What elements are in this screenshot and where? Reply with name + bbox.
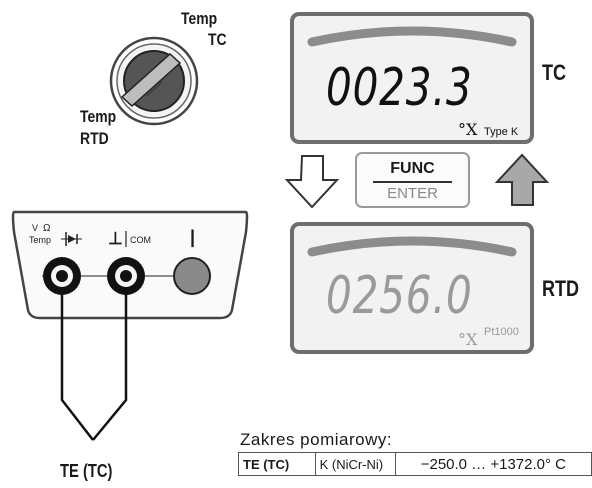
thermocouple-probe xyxy=(60,292,128,441)
range-value-cell: −250.0 … +1372.0° C xyxy=(394,452,592,476)
table-row: TE (TC) K (NiCr-Ni) −250.0 … +1372.0° C xyxy=(238,452,592,476)
probe-label: TE (TC) xyxy=(60,461,113,481)
probe-wire-left xyxy=(60,292,94,441)
range-sensor-cell: TE (TC) xyxy=(238,452,316,476)
probe-wire-right xyxy=(92,292,128,441)
range-type-cell: K (NiCr-Ni) xyxy=(314,452,396,476)
range-table: TE (TC) K (NiCr-Ni) −250.0 … +1372.0° C xyxy=(238,452,592,476)
range-title: Zakres pomiarowy: xyxy=(240,430,393,449)
